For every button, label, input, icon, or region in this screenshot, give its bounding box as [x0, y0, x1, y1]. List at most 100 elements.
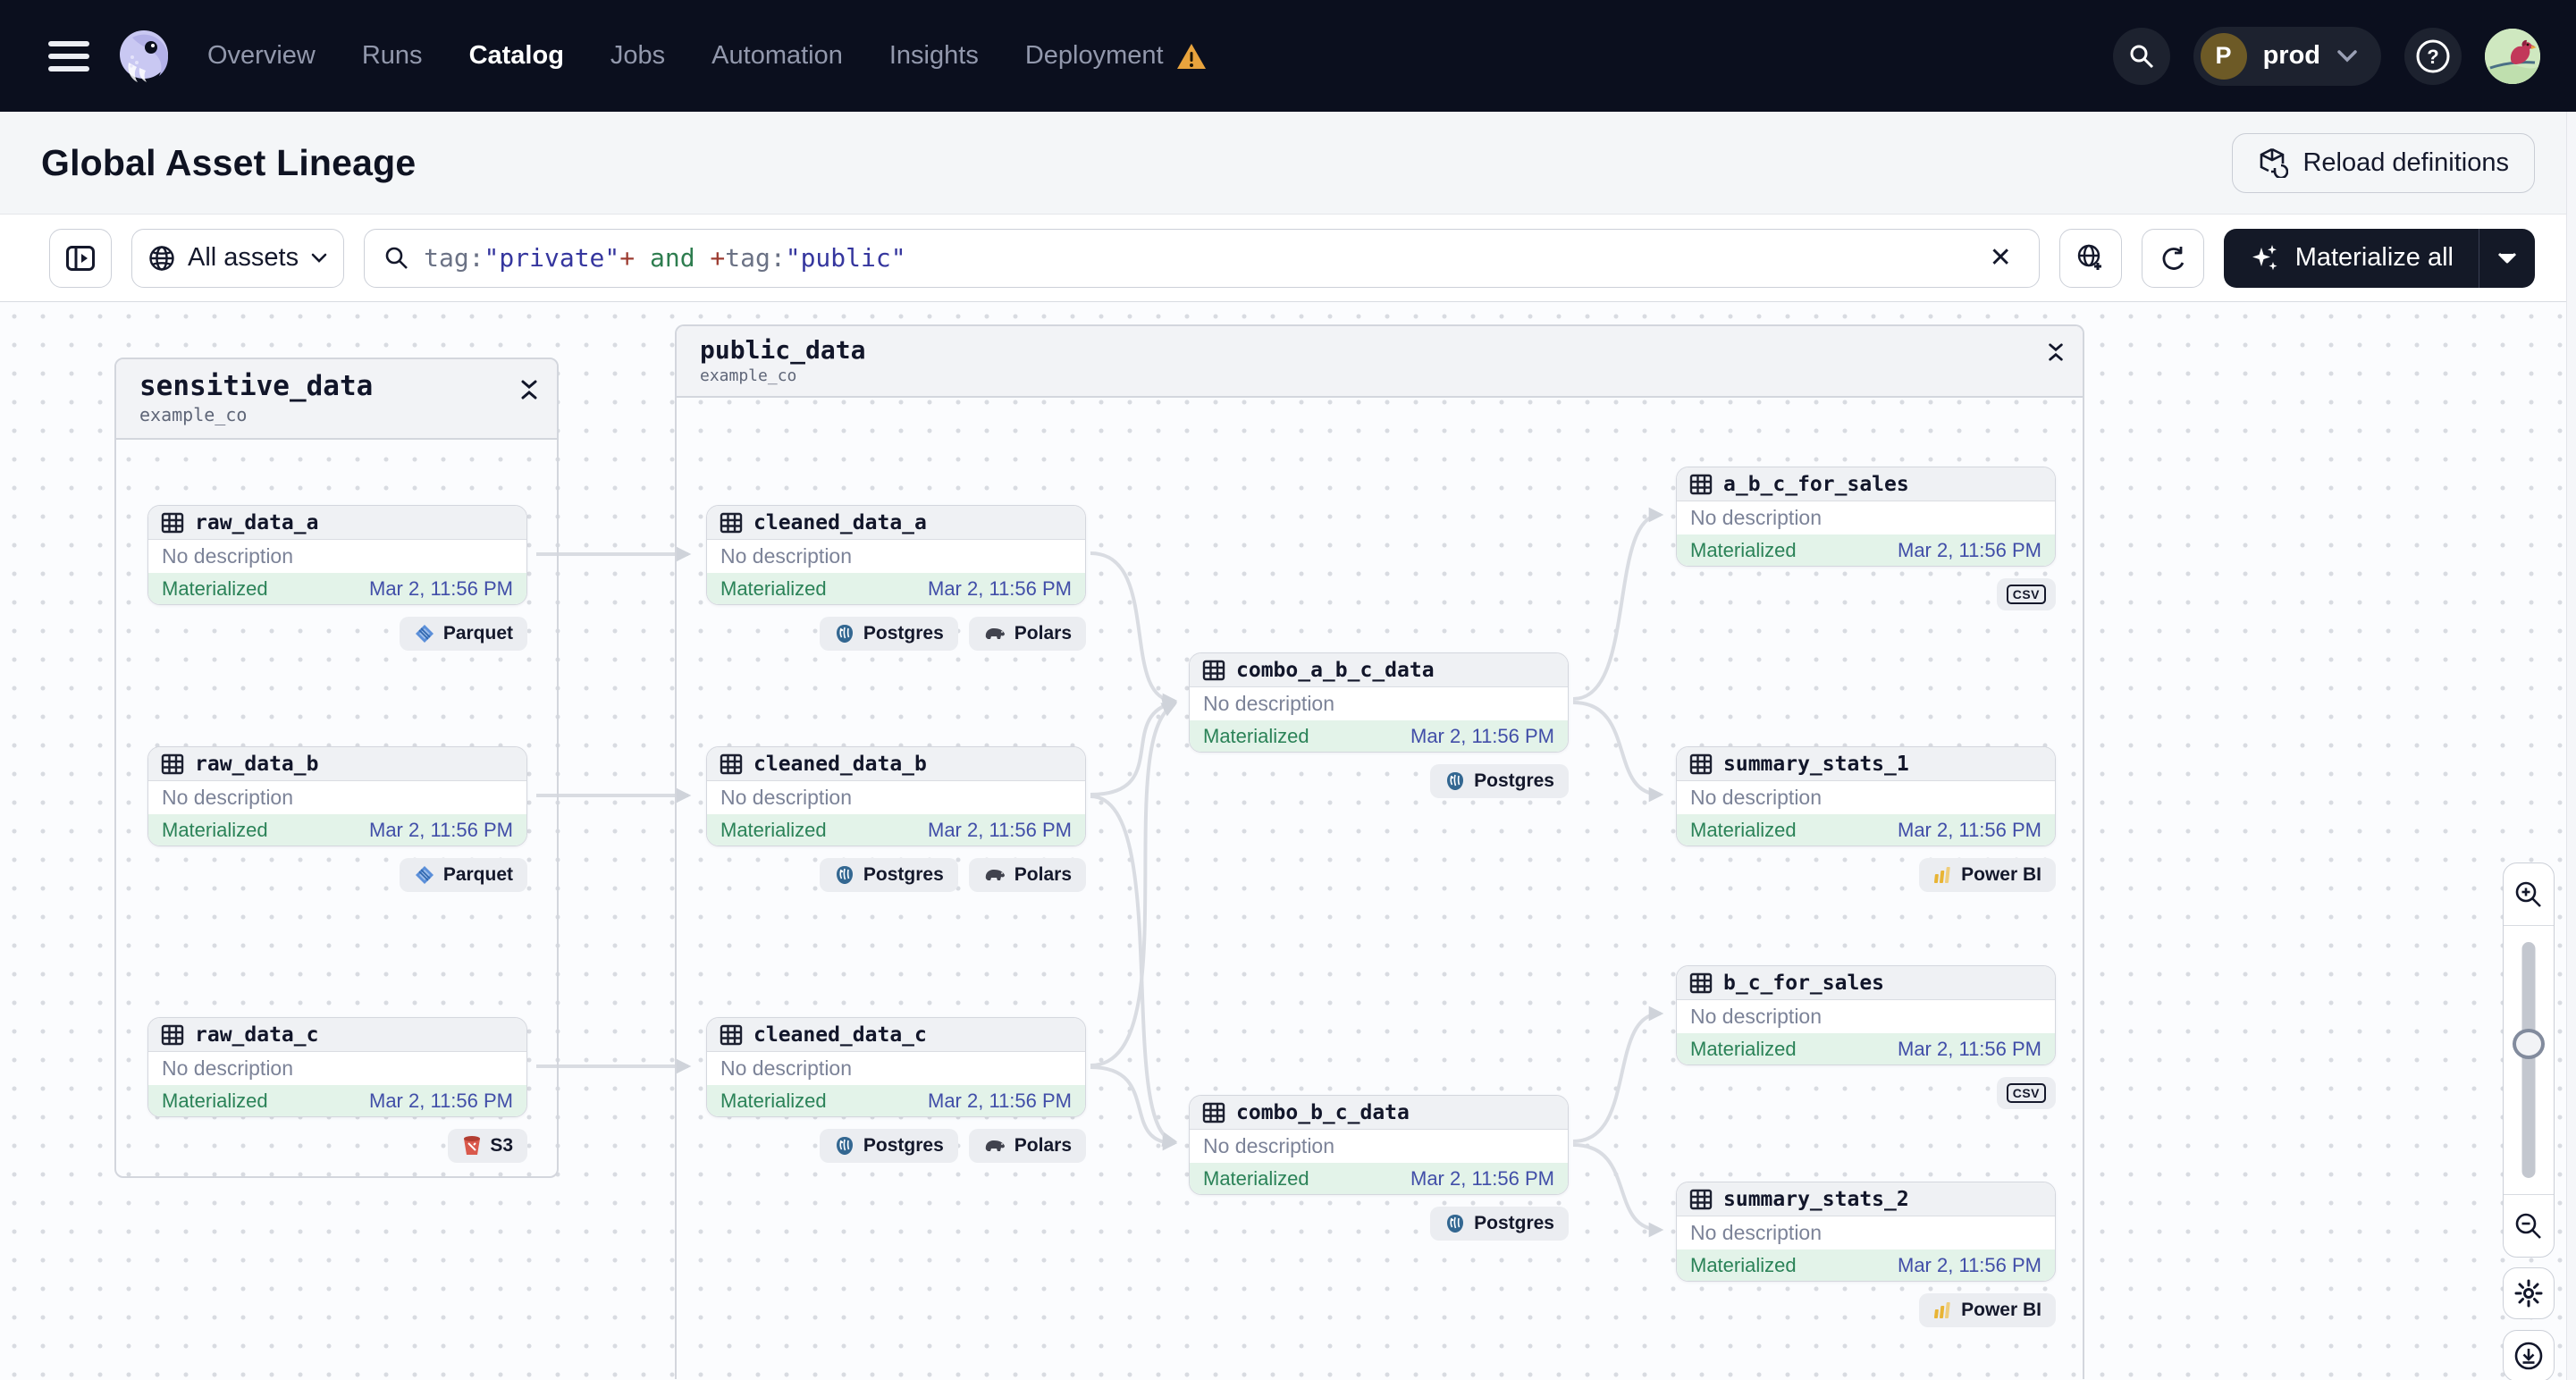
status-badge: Materialized [162, 818, 268, 841]
globe-icon [149, 245, 174, 271]
materialized-timestamp: Mar 2, 11:56 PM [1898, 1037, 2041, 1060]
nav-item-jobs[interactable]: Jobs [610, 41, 665, 71]
search-icon [385, 247, 408, 269]
nav-item-deployment[interactable]: Deployment [1025, 41, 1164, 71]
nav-item-automation[interactable]: Automation [711, 41, 843, 71]
asset-node[interactable]: cleaned_data_b No description Materializ… [706, 746, 1086, 846]
menu-icon[interactable] [48, 40, 89, 72]
collapse-group-icon[interactable] [519, 377, 539, 407]
kind-badge-label: Postgres [863, 623, 944, 644]
kind-badge-postgres: Postgres [1430, 764, 1569, 798]
refresh-button[interactable] [2141, 228, 2204, 288]
asset-b-c-for-sales[interactable]: b_c_for_sales No description Materialize… [1676, 965, 2056, 1109]
materialize-all-button[interactable]: Materialize all [2223, 228, 2535, 288]
postgres-icon [1447, 1215, 1464, 1233]
asset-raw-data-c[interactable]: raw_data_c No description Materialized Ma… [147, 1017, 527, 1163]
asset-a-b-c-for-sales[interactable]: a_b_c_for_sales No description Materiali… [1676, 467, 2056, 610]
kind-badge-polars: Polars [968, 858, 1086, 892]
table-icon [1689, 972, 1713, 993]
zoom-slider-track[interactable] [2521, 942, 2536, 1178]
materialized-timestamp: Mar 2, 11:56 PM [369, 818, 513, 841]
clear-query-icon[interactable]: ✕ [1983, 239, 2019, 277]
asset-node[interactable]: raw_data_c No description Materialized Ma… [147, 1017, 527, 1117]
parquet-icon [415, 625, 434, 643]
asset-node[interactable]: summary_stats_1 No description Materiali… [1676, 746, 2056, 846]
help-icon[interactable]: ? [2404, 27, 2462, 85]
top-nav: Overview Runs Catalog Jobs Automation In… [0, 0, 2576, 112]
environment-switcher[interactable]: P prod [2193, 26, 2381, 86]
asset-cleaned-data-c[interactable]: cleaned_data_c No description Materializ… [706, 1017, 1086, 1163]
materialized-timestamp: Mar 2, 11:56 PM [1898, 538, 2041, 561]
lineage-query-input[interactable]: tag:"private"+ and +tag:"public" ✕ [364, 228, 2040, 288]
asset-node[interactable]: combo_a_b_c_data No description Material… [1189, 652, 1569, 753]
nav-item-runs[interactable]: Runs [362, 41, 423, 71]
zoom-out-button[interactable] [2504, 1194, 2554, 1257]
asset-name: raw_data_a [195, 510, 319, 534]
asset-description: No description [162, 786, 294, 809]
view-graph-as-group-button[interactable] [2058, 228, 2122, 288]
asset-node[interactable]: summary_stats_2 No description Materiali… [1676, 1182, 2056, 1282]
nav-item-insights[interactable]: Insights [889, 41, 979, 71]
table-icon [1202, 660, 1225, 680]
lineage-canvas[interactable]: sensitive_data example_co public_data ex… [0, 302, 2576, 1380]
asset-description: No description [1203, 692, 1335, 715]
asset-summary-stats-2[interactable]: summary_stats_2 No description Materiali… [1676, 1182, 2056, 1327]
powerbi-icon [1934, 1302, 1950, 1318]
kind-badge-parquet: Parquet [399, 858, 527, 892]
download-graph-button[interactable] [2503, 1330, 2555, 1380]
dagster-logo-icon[interactable] [113, 25, 175, 88]
scrollbar[interactable] [2566, 112, 2576, 1380]
asset-combo-a-b-c-data[interactable]: combo_a_b_c_data No description Material… [1189, 652, 1569, 798]
environment-name: prod [2262, 41, 2320, 70]
asset-cleaned-data-b[interactable]: cleaned_data_b No description Materializ… [706, 746, 1086, 892]
polars-icon [985, 870, 1005, 880]
table-icon [720, 1024, 743, 1045]
zoom-slider[interactable] [2504, 926, 2554, 1194]
s3-icon [464, 1136, 481, 1155]
kind-badge-parquet: Parquet [399, 617, 527, 651]
asset-raw-data-b[interactable]: raw_data_b No description Materialized Ma… [147, 746, 527, 892]
kind-badge-powerbi: Power BI [1919, 1293, 2056, 1327]
asset-node[interactable]: raw_data_a No description Materialized Ma… [147, 505, 527, 605]
asset-raw-data-a[interactable]: raw_data_a No description Materialized Ma… [147, 505, 527, 651]
asset-combo-b-c-data[interactable]: combo_b_c_data No description Materializ… [1189, 1095, 1569, 1241]
asset-node[interactable]: combo_b_c_data No description Materializ… [1189, 1095, 1569, 1195]
left-panel-toggle-button[interactable] [49, 228, 112, 288]
user-avatar[interactable] [2485, 28, 2540, 84]
group-header[interactable]: sensitive_data example_co [116, 359, 557, 440]
kind-badge-polars: Polars [968, 1129, 1086, 1163]
asset-cleaned-data-a[interactable]: cleaned_data_a No description Materializ… [706, 505, 1086, 651]
group-header[interactable]: public_data example_co [677, 326, 2083, 398]
asset-node[interactable]: raw_data_b No description Materialized Ma… [147, 746, 527, 846]
chevron-down-icon [2497, 252, 2517, 263]
nav-item-overview[interactable]: Overview [207, 41, 316, 71]
materialized-timestamp: Mar 2, 11:56 PM [928, 818, 1072, 841]
asset-summary-stats-1[interactable]: summary_stats_1 No description Materiali… [1676, 746, 2056, 892]
asset-scope-dropdown[interactable]: All assets [131, 228, 345, 288]
materialize-options-button[interactable] [2479, 229, 2535, 288]
zoom-slider-thumb[interactable] [2513, 1029, 2545, 1059]
materialized-timestamp: Mar 2, 11:56 PM [1410, 1166, 1554, 1190]
asset-node[interactable]: b_c_for_sales No description Materialize… [1676, 965, 2056, 1065]
page-header: Global Asset Lineage Reload definitions [0, 112, 2576, 215]
kind-badge-label: Postgres [1474, 1213, 1554, 1233]
zoom-in-button[interactable] [2504, 863, 2554, 926]
table-icon [1689, 753, 1713, 774]
search-icon[interactable] [2112, 27, 2170, 85]
materialized-timestamp: Mar 2, 11:56 PM [928, 1089, 1072, 1112]
kind-badge-label: Parquet [442, 623, 513, 644]
asset-node[interactable]: a_b_c_for_sales No description Materiali… [1676, 467, 2056, 567]
asset-node[interactable]: cleaned_data_c No description Materializ… [706, 1017, 1086, 1117]
nav-item-catalog[interactable]: Catalog [469, 41, 564, 71]
reload-cube-icon [2260, 147, 2289, 178]
asset-name: cleaned_data_b [753, 752, 927, 776]
asset-node[interactable]: cleaned_data_a No description Materializ… [706, 505, 1086, 605]
kind-badge-csv: CSV [1996, 1077, 2056, 1109]
asset-description: No description [1203, 1134, 1335, 1157]
asset-name: raw_data_c [195, 1022, 319, 1047]
kind-badge-label: Postgres [863, 864, 944, 885]
graph-settings-button[interactable] [2503, 1267, 2555, 1319]
collapse-group-icon[interactable] [2047, 341, 2065, 368]
reload-definitions-button[interactable]: Reload definitions [2232, 132, 2535, 193]
materialized-timestamp: Mar 2, 11:56 PM [369, 1089, 513, 1112]
